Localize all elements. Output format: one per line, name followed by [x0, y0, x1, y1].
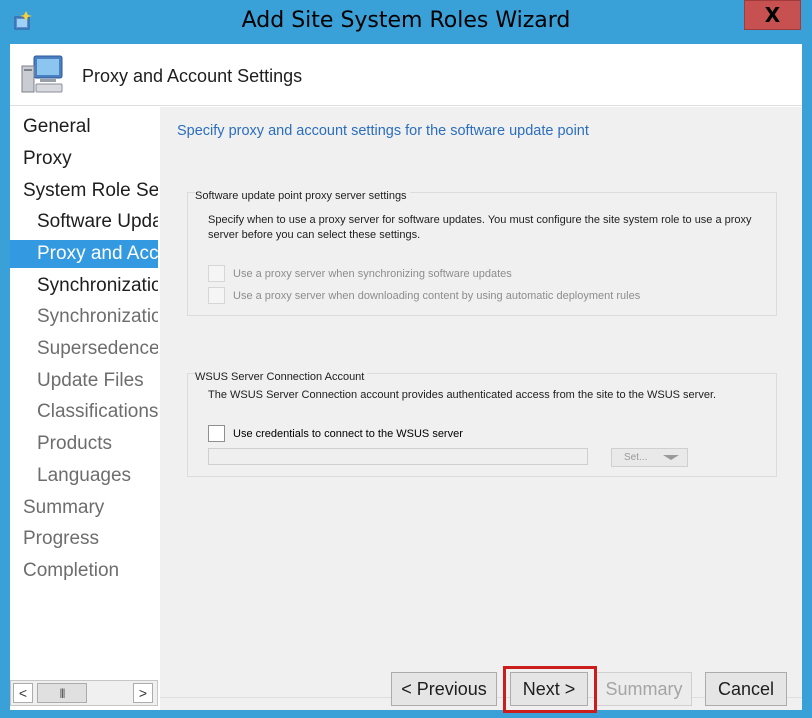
nav-item-progress: Progress [23, 528, 100, 549]
wsus-credentials-option[interactable]: Use credentials to connect to the WSUS s… [208, 425, 463, 442]
nav-item-general[interactable]: General [10, 113, 91, 141]
scroll-left-arrow-icon[interactable]: < [13, 683, 33, 703]
nav-item-products: Products [37, 433, 112, 454]
nav-item-software-update-point[interactable]: Software Upda [10, 208, 158, 236]
proxy-group-description: Specify when to use a proxy server for s… [208, 214, 752, 241]
dropdown-caret-icon [663, 455, 679, 460]
proxy-sync-label: Use a proxy server when synchronizing so… [233, 267, 512, 280]
content-heading: Specify proxy and account settings for t… [177, 123, 589, 139]
nav-item-classifications: Classifications [37, 401, 158, 422]
wizard-header: Proxy and Account Settings [10, 44, 802, 106]
wsus-credentials-label[interactable]: Use credentials to connect to the WSUS s… [233, 428, 463, 440]
wsus-account-field [208, 448, 588, 465]
nav-item-proxy-account-settings[interactable]: Proxy and Acc [10, 240, 158, 268]
wsus-group-title: WSUS Server Connection Account [195, 371, 368, 383]
computer-icon [21, 55, 63, 93]
nav-item-proxy[interactable]: Proxy [10, 145, 72, 173]
scroll-thumb[interactable]: ||| [37, 683, 87, 703]
scroll-right-arrow-icon[interactable]: > [133, 683, 153, 703]
proxy-settings-group: Software update point proxy server setti… [187, 190, 777, 316]
title-bar: Add Site System Roles Wizard X [0, 0, 812, 44]
proxy-adr-option: Use a proxy server when downloading cont… [208, 287, 640, 304]
nav-item-summary: Summary [23, 497, 105, 518]
close-icon: X [764, 3, 781, 27]
nav-item-update-files: Update Files [37, 370, 144, 391]
set-account-label: Set... [624, 452, 648, 463]
set-account-button: Set... [611, 448, 688, 467]
wsus-group-description: The WSUS Server Connection account provi… [208, 389, 717, 401]
page-title: Proxy and Account Settings [82, 66, 303, 86]
nav-item-synchronization-source[interactable]: Synchronizatio [10, 272, 158, 300]
nav-item-completion: Completion [23, 560, 120, 581]
proxy-sync-option: Use a proxy server when synchronizing so… [208, 265, 512, 282]
wsus-credentials-checkbox[interactable] [208, 425, 225, 442]
next-button-highlight [503, 666, 597, 713]
nav-item-synchronization-schedule: Synchronizatio [37, 306, 158, 327]
proxy-adr-checkbox [208, 287, 225, 304]
wizard-nav: General Proxy System Role Sel Software U… [10, 107, 158, 677]
previous-button[interactable]: < Previous [391, 672, 497, 706]
nav-horizontal-scrollbar[interactable]: < ||| > [10, 680, 158, 706]
cancel-button[interactable]: Cancel [705, 672, 787, 706]
proxy-group-title: Software update point proxy server setti… [195, 190, 410, 202]
nav-item-languages: Languages [37, 465, 132, 486]
wizard-window: Proxy and Account Settings General Proxy… [10, 44, 802, 710]
close-button[interactable]: X [744, 0, 801, 30]
nav-item-supersedence: Supersedence [37, 338, 158, 359]
nav-item-system-role-selection[interactable]: System Role Sel [10, 177, 158, 205]
wsus-account-group: WSUS Server Connection Account The WSUS … [187, 371, 777, 477]
proxy-sync-checkbox [208, 265, 225, 282]
proxy-adr-label: Use a proxy server when downloading cont… [233, 289, 641, 302]
window-title: Add Site System Roles Wizard [241, 8, 571, 33]
summary-button: Summary [596, 672, 692, 706]
wizard-content: Specify proxy and account settings for t… [160, 107, 802, 710]
